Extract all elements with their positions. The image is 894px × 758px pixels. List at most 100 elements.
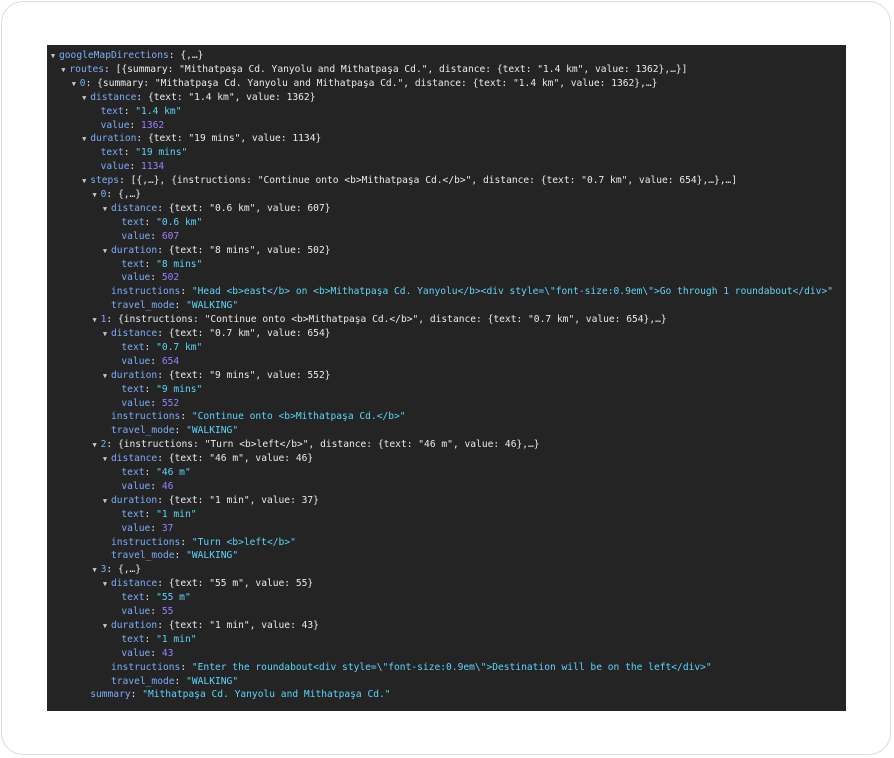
key-separator: :: [129, 119, 142, 131]
tree-node[interactable]: ▼ routes: [{summary: "Mithatpaşa Cd. Yany…: [61, 63, 687, 77]
expand-triangle-icon[interactable]: ▼: [90, 438, 100, 452]
property-key: distance: [111, 578, 158, 590]
tree-leaf: value: 1362: [101, 119, 165, 133]
string-value: "1.4 km": [135, 105, 182, 117]
tree-node[interactable]: ▼ duration: {text: "1 min", value: 43}: [103, 619, 319, 633]
expand-triangle-icon[interactable]: ▼: [79, 132, 89, 146]
tree-node[interactable]: ▼ steps: [{,…}, {instructions: "Continue …: [82, 174, 737, 188]
expand-triangle-icon[interactable]: ▼: [79, 91, 89, 105]
tree-leaf: text: "46 m": [121, 466, 190, 480]
property-key: text: [121, 341, 145, 353]
object-preview: {,…}: [117, 189, 142, 200]
property-key: duration: [111, 244, 158, 256]
number-value: 1134: [141, 161, 165, 173]
property-key: value: [121, 397, 151, 409]
object-preview: {text: "0.7 km", value: 654}: [168, 328, 331, 339]
expand-triangle-icon[interactable]: ▼: [90, 563, 100, 577]
number-value: 1362: [141, 119, 165, 131]
expand-triangle-icon[interactable]: ▼: [100, 202, 110, 216]
tree-node[interactable]: ▼ googleMapDirections: {,…}: [51, 49, 204, 63]
key-separator: :: [150, 272, 162, 284]
property-key: text: [121, 467, 145, 478]
property-key: travel_mode: [111, 300, 175, 312]
expand-triangle-icon[interactable]: ▼: [58, 63, 68, 77]
string-value: "9 mins": [156, 383, 203, 395]
object-preview: {text: "8 mins", value: 502}: [168, 244, 331, 256]
tree-leaf: value: 654: [121, 355, 179, 369]
property-key: value: [121, 522, 151, 534]
tree-node[interactable]: ▼ 3: {,…}: [92, 563, 141, 577]
property-key: steps: [90, 175, 120, 187]
property-key: text: [121, 216, 145, 228]
tree-node[interactable]: ▼ distance: {text: "46 m", value: 46}: [103, 452, 314, 466]
key-separator: :: [144, 383, 157, 395]
property-key: value: [121, 647, 151, 659]
key-separator: :: [157, 578, 169, 590]
tree-leaf: instructions: "Head <b>east</b> on <b>Mi…: [111, 285, 833, 299]
expand-triangle-icon[interactable]: ▼: [79, 174, 89, 188]
object-preview: {text: "46 m", value: 46}: [168, 453, 314, 465]
key-separator: :: [119, 175, 131, 187]
expand-triangle-icon[interactable]: ▼: [48, 49, 58, 63]
key-separator: :: [150, 647, 162, 659]
expand-triangle-icon[interactable]: ▼: [100, 577, 110, 591]
expand-triangle-icon[interactable]: ▼: [100, 244, 110, 258]
property-key: instructions: [111, 536, 181, 548]
key-separator: :: [150, 522, 162, 534]
string-value: "1 min": [156, 633, 197, 645]
tree-node[interactable]: ▼ 0: {summary: "Mithatpaşa Cd. Yanyolu an…: [72, 77, 658, 91]
tree-leaf: summary: "Mithatpaşa Cd. Yanyolu and Mit…: [90, 688, 390, 702]
expand-triangle-icon[interactable]: ▼: [100, 327, 110, 341]
tree-leaf: travel_mode: "WALKING": [111, 549, 238, 563]
expand-triangle-icon[interactable]: ▼: [69, 77, 79, 91]
property-key: value: [121, 480, 151, 492]
object-preview: {text: "1 min", value: 37}: [168, 494, 319, 506]
property-key: summary: [90, 689, 131, 701]
string-value: "8 mins": [156, 258, 203, 270]
tree-node[interactable]: ▼ distance: {text: "0.7 km", value: 654}: [103, 327, 331, 341]
key-separator: :: [150, 355, 162, 367]
key-separator: :: [106, 564, 118, 576]
tree-node[interactable]: ▼ duration: {text: "19 mins", value: 1134…: [82, 132, 321, 146]
expand-triangle-icon[interactable]: ▼: [100, 494, 110, 508]
key-separator: :: [150, 230, 162, 242]
tree-node[interactable]: ▼ 0: {,…}: [92, 188, 142, 202]
string-value: "Mithatpaşa Cd. Yanyolu and Mithatpaşa C…: [142, 689, 391, 701]
key-separator: :: [157, 453, 169, 465]
number-value: 55: [161, 606, 174, 617]
property-key: duration: [111, 369, 158, 381]
property-key: value: [100, 119, 130, 131]
object-preview: {summary: "Mithatpaşa Cd. Yanyolu and Mi…: [97, 77, 658, 89]
key-separator: :: [180, 661, 192, 673]
tree-node[interactable]: ▼ distance: {text: "0.6 km", value: 607}: [103, 202, 331, 216]
tree-node[interactable]: ▼ 2: {instructions: "Turn <b>left</b>", d…: [92, 438, 539, 452]
tree-leaf: text: "8 mins": [121, 258, 202, 272]
object-preview: {text: "9 mins", value: 552}: [168, 369, 331, 381]
expand-triangle-icon[interactable]: ▼: [100, 452, 110, 466]
property-key: distance: [111, 453, 158, 465]
tree-leaf: text: "1 min": [121, 508, 196, 522]
tree-node[interactable]: ▼ distance: {text: "1.4 km", value: 1362}: [82, 91, 315, 105]
tree-node[interactable]: ▼ duration: {text: "9 mins", value: 552}: [103, 369, 331, 383]
key-separator: :: [85, 77, 98, 89]
number-value: 43: [161, 647, 174, 659]
expand-triangle-icon[interactable]: ▼: [90, 313, 100, 327]
string-value: "WALKING": [186, 300, 239, 312]
key-separator: :: [180, 286, 192, 298]
property-key: text: [121, 508, 145, 520]
tree-node[interactable]: ▼ 1: {instructions: "Continue onto <b>Mit…: [92, 313, 666, 327]
key-separator: :: [106, 189, 118, 200]
tree-node[interactable]: ▼ duration: {text: "1 min", value: 37}: [103, 494, 319, 508]
tree-leaf: travel_mode: "WALKING": [111, 299, 238, 313]
expand-triangle-icon[interactable]: ▼: [100, 619, 110, 633]
key-separator: :: [157, 202, 169, 214]
key-separator: :: [174, 675, 187, 687]
expand-triangle-icon[interactable]: ▼: [90, 188, 100, 202]
key-separator: :: [144, 508, 157, 520]
key-separator: :: [168, 50, 181, 61]
tree-node[interactable]: ▼ distance: {text: "55 m", value: 55}: [103, 577, 313, 591]
key-separator: :: [180, 411, 192, 423]
tree-node[interactable]: ▼ duration: {text: "8 mins", value: 502}: [103, 244, 331, 258]
expand-triangle-icon[interactable]: ▼: [100, 369, 110, 383]
key-separator: :: [144, 592, 157, 604]
